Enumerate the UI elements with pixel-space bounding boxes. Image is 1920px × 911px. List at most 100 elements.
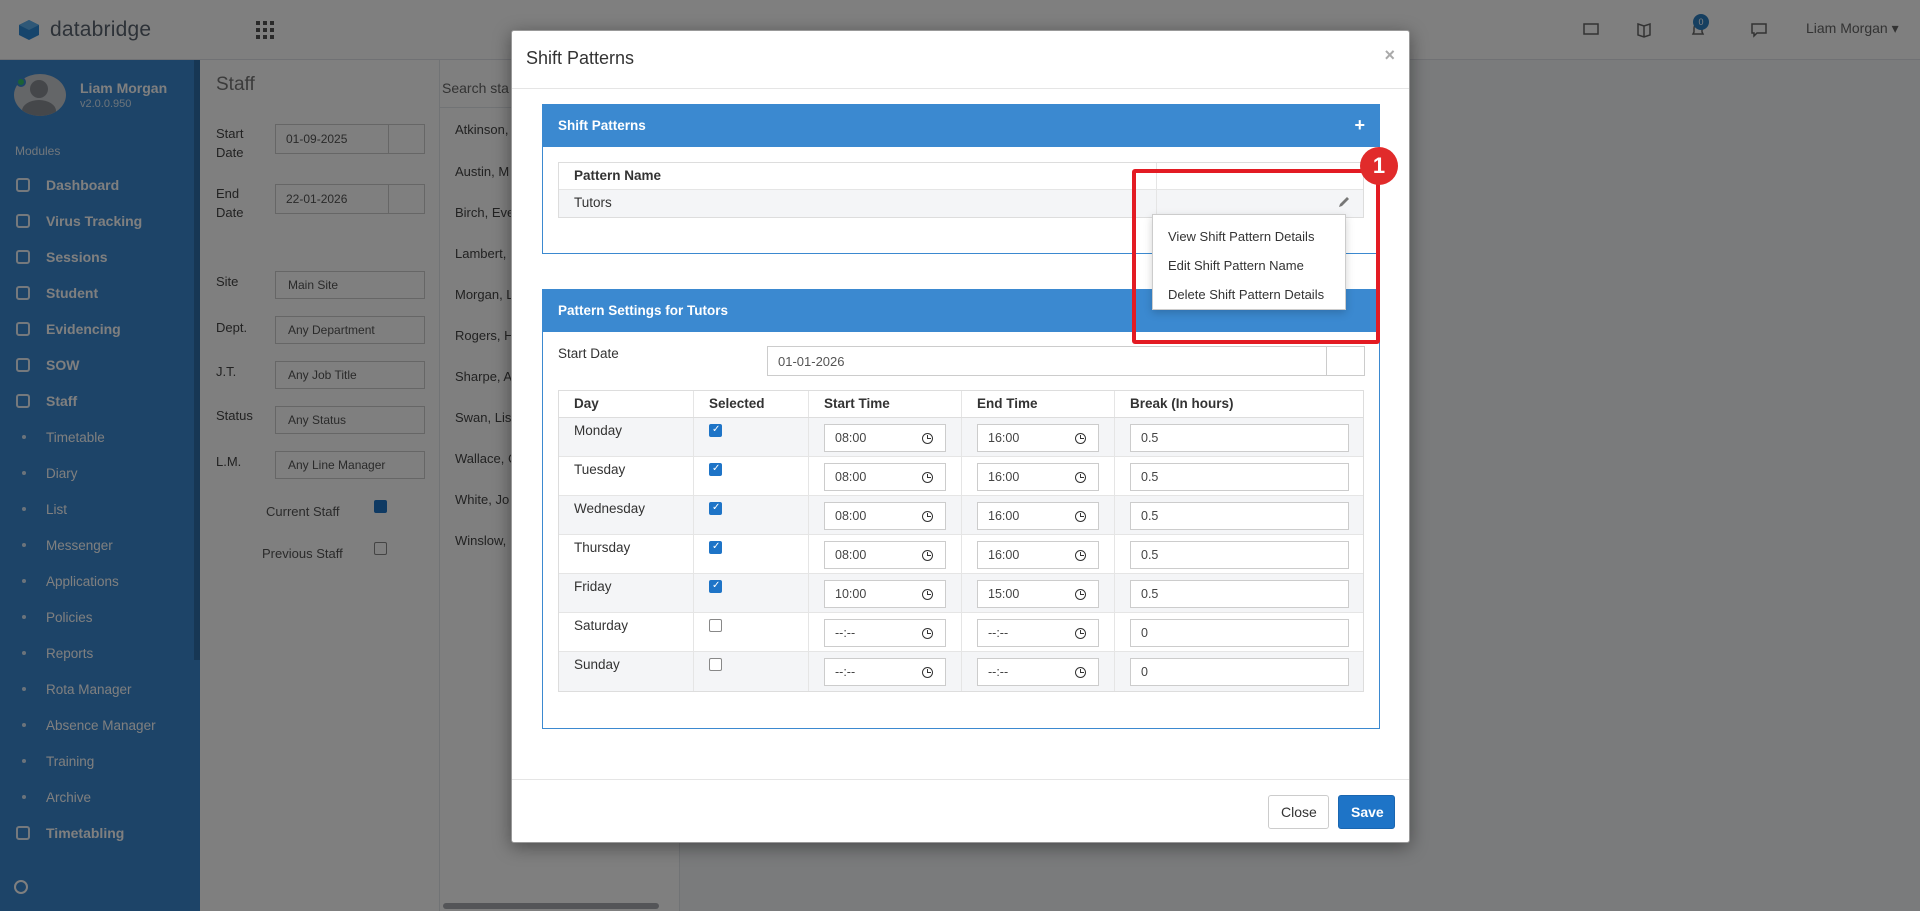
day-selected-checkbox[interactable]: ✓ (709, 580, 722, 593)
column-header-end-time: End Time (962, 391, 1115, 417)
end-time-cell: 15:00 (962, 574, 1115, 612)
start-time-input[interactable]: 08:00 (824, 424, 946, 452)
day-cell: Thursday (559, 535, 694, 573)
break-cell: 0.5 (1115, 418, 1363, 456)
selected-cell: ✓ (694, 574, 809, 612)
selected-cell (694, 652, 809, 691)
selected-cell: ✓ (694, 535, 809, 573)
start-time-cell: 08:00 (809, 418, 962, 456)
break-hours-input[interactable]: 0 (1130, 658, 1349, 686)
clock-icon[interactable] (1075, 667, 1086, 678)
end-time-cell: --:-- (962, 613, 1115, 651)
table-row: Tuesday ✓ 08:00 16:00 0.5 (559, 457, 1363, 496)
day-cell: Friday (559, 574, 694, 612)
day-selected-checkbox[interactable] (709, 619, 722, 632)
break-hours-input[interactable]: 0.5 (1130, 424, 1349, 452)
end-time-cell: 16:00 (962, 496, 1115, 534)
table-row: Saturday --:-- --:-- 0 (559, 613, 1363, 652)
start-time-cell: 08:00 (809, 496, 962, 534)
start-date-label: Start Date (558, 346, 619, 361)
table-row: Monday ✓ 08:00 16:00 0.5 (559, 418, 1363, 457)
clock-icon[interactable] (922, 589, 933, 600)
end-time-cell: 16:00 (962, 457, 1115, 495)
table-row: Thursday ✓ 08:00 16:00 0.5 (559, 535, 1363, 574)
start-time-input[interactable]: 08:00 (824, 463, 946, 491)
break-hours-input[interactable]: 0.5 (1130, 541, 1349, 569)
end-time-input[interactable]: 15:00 (977, 580, 1099, 608)
day-selected-checkbox[interactable]: ✓ (709, 463, 722, 476)
end-time-input[interactable]: --:-- (977, 619, 1099, 647)
clock-icon[interactable] (1075, 628, 1086, 639)
clock-icon[interactable] (922, 628, 933, 639)
day-cell: Sunday (559, 652, 694, 691)
clock-icon[interactable] (1075, 433, 1086, 444)
break-cell: 0.5 (1115, 535, 1363, 573)
column-header-break: Break (In hours) (1130, 396, 1234, 411)
clock-icon[interactable] (922, 667, 933, 678)
start-time-cell: 08:00 (809, 535, 962, 573)
selected-cell: ✓ (694, 457, 809, 495)
column-header-start-time: Start Time (809, 391, 962, 417)
clock-icon[interactable] (1075, 589, 1086, 600)
clock-icon[interactable] (1075, 511, 1086, 522)
break-cell: 0.5 (1115, 496, 1363, 534)
modal-title: Shift Patterns (526, 48, 635, 68)
modal-header: Shift Patterns × (512, 31, 1409, 89)
pattern-settings-table: Day Selected Start Time End Time Break (… (558, 390, 1364, 692)
day-cell: Monday (559, 418, 694, 456)
save-button[interactable]: Save (1338, 795, 1395, 829)
column-header-pattern-name: Pattern Name (559, 163, 1157, 189)
start-time-input[interactable]: 08:00 (824, 502, 946, 530)
break-hours-input[interactable]: 0.5 (1130, 502, 1349, 530)
table-row: Friday ✓ 10:00 15:00 0.5 (559, 574, 1363, 613)
start-time-cell: 08:00 (809, 457, 962, 495)
column-header-day: Day (559, 391, 694, 417)
start-time-input[interactable]: 10:00 (824, 580, 946, 608)
start-time-input[interactable]: --:-- (824, 658, 946, 686)
break-hours-input[interactable]: 0.5 (1130, 463, 1349, 491)
end-time-cell: 16:00 (962, 418, 1115, 456)
end-time-cell: --:-- (962, 652, 1115, 691)
day-selected-checkbox[interactable]: ✓ (709, 424, 722, 437)
day-cell: Wednesday (559, 496, 694, 534)
selected-cell: ✓ (694, 496, 809, 534)
break-hours-input[interactable]: 0 (1130, 619, 1349, 647)
day-selected-checkbox[interactable] (709, 658, 722, 671)
end-time-input[interactable]: 16:00 (977, 502, 1099, 530)
clock-icon[interactable] (1075, 472, 1086, 483)
annotation-highlight-box (1132, 169, 1380, 344)
day-cell: Saturday (559, 613, 694, 651)
day-cell: Tuesday (559, 457, 694, 495)
break-hours-input[interactable]: 0.5 (1130, 580, 1349, 608)
day-selected-checkbox[interactable]: ✓ (709, 541, 722, 554)
break-cell: 0 (1115, 652, 1363, 691)
calendar-icon[interactable] (1326, 347, 1364, 375)
start-time-cell: 10:00 (809, 574, 962, 612)
shift-patterns-modal: Shift Patterns × Shift Patterns + Patter… (511, 30, 1410, 843)
clock-icon[interactable] (922, 550, 933, 561)
pattern-settings-panel: Pattern Settings for Tutors Start Date 0… (542, 289, 1380, 729)
add-pattern-icon[interactable]: + (1354, 115, 1365, 136)
break-cell: 0.5 (1115, 574, 1363, 612)
end-time-input[interactable]: 16:00 (977, 541, 1099, 569)
close-button[interactable]: Close (1268, 795, 1329, 829)
clock-icon[interactable] (922, 433, 933, 444)
break-cell: 0 (1115, 613, 1363, 651)
start-time-input[interactable]: --:-- (824, 619, 946, 647)
start-time-input[interactable]: 08:00 (824, 541, 946, 569)
start-date-input[interactable]: 01-01-2026 (767, 346, 1365, 376)
close-icon[interactable]: × (1384, 45, 1395, 66)
pattern-name-cell: Tutors (559, 190, 1157, 217)
clock-icon[interactable] (922, 511, 933, 522)
modal-footer: Close Save (512, 779, 1409, 843)
end-time-input[interactable]: --:-- (977, 658, 1099, 686)
end-time-input[interactable]: 16:00 (977, 424, 1099, 452)
clock-icon[interactable] (922, 472, 933, 483)
start-time-cell: --:-- (809, 613, 962, 651)
table-row: Wednesday ✓ 08:00 16:00 0.5 (559, 496, 1363, 535)
day-selected-checkbox[interactable]: ✓ (709, 502, 722, 515)
break-cell: 0.5 (1115, 457, 1363, 495)
clock-icon[interactable] (1075, 550, 1086, 561)
selected-cell: ✓ (694, 418, 809, 456)
end-time-input[interactable]: 16:00 (977, 463, 1099, 491)
